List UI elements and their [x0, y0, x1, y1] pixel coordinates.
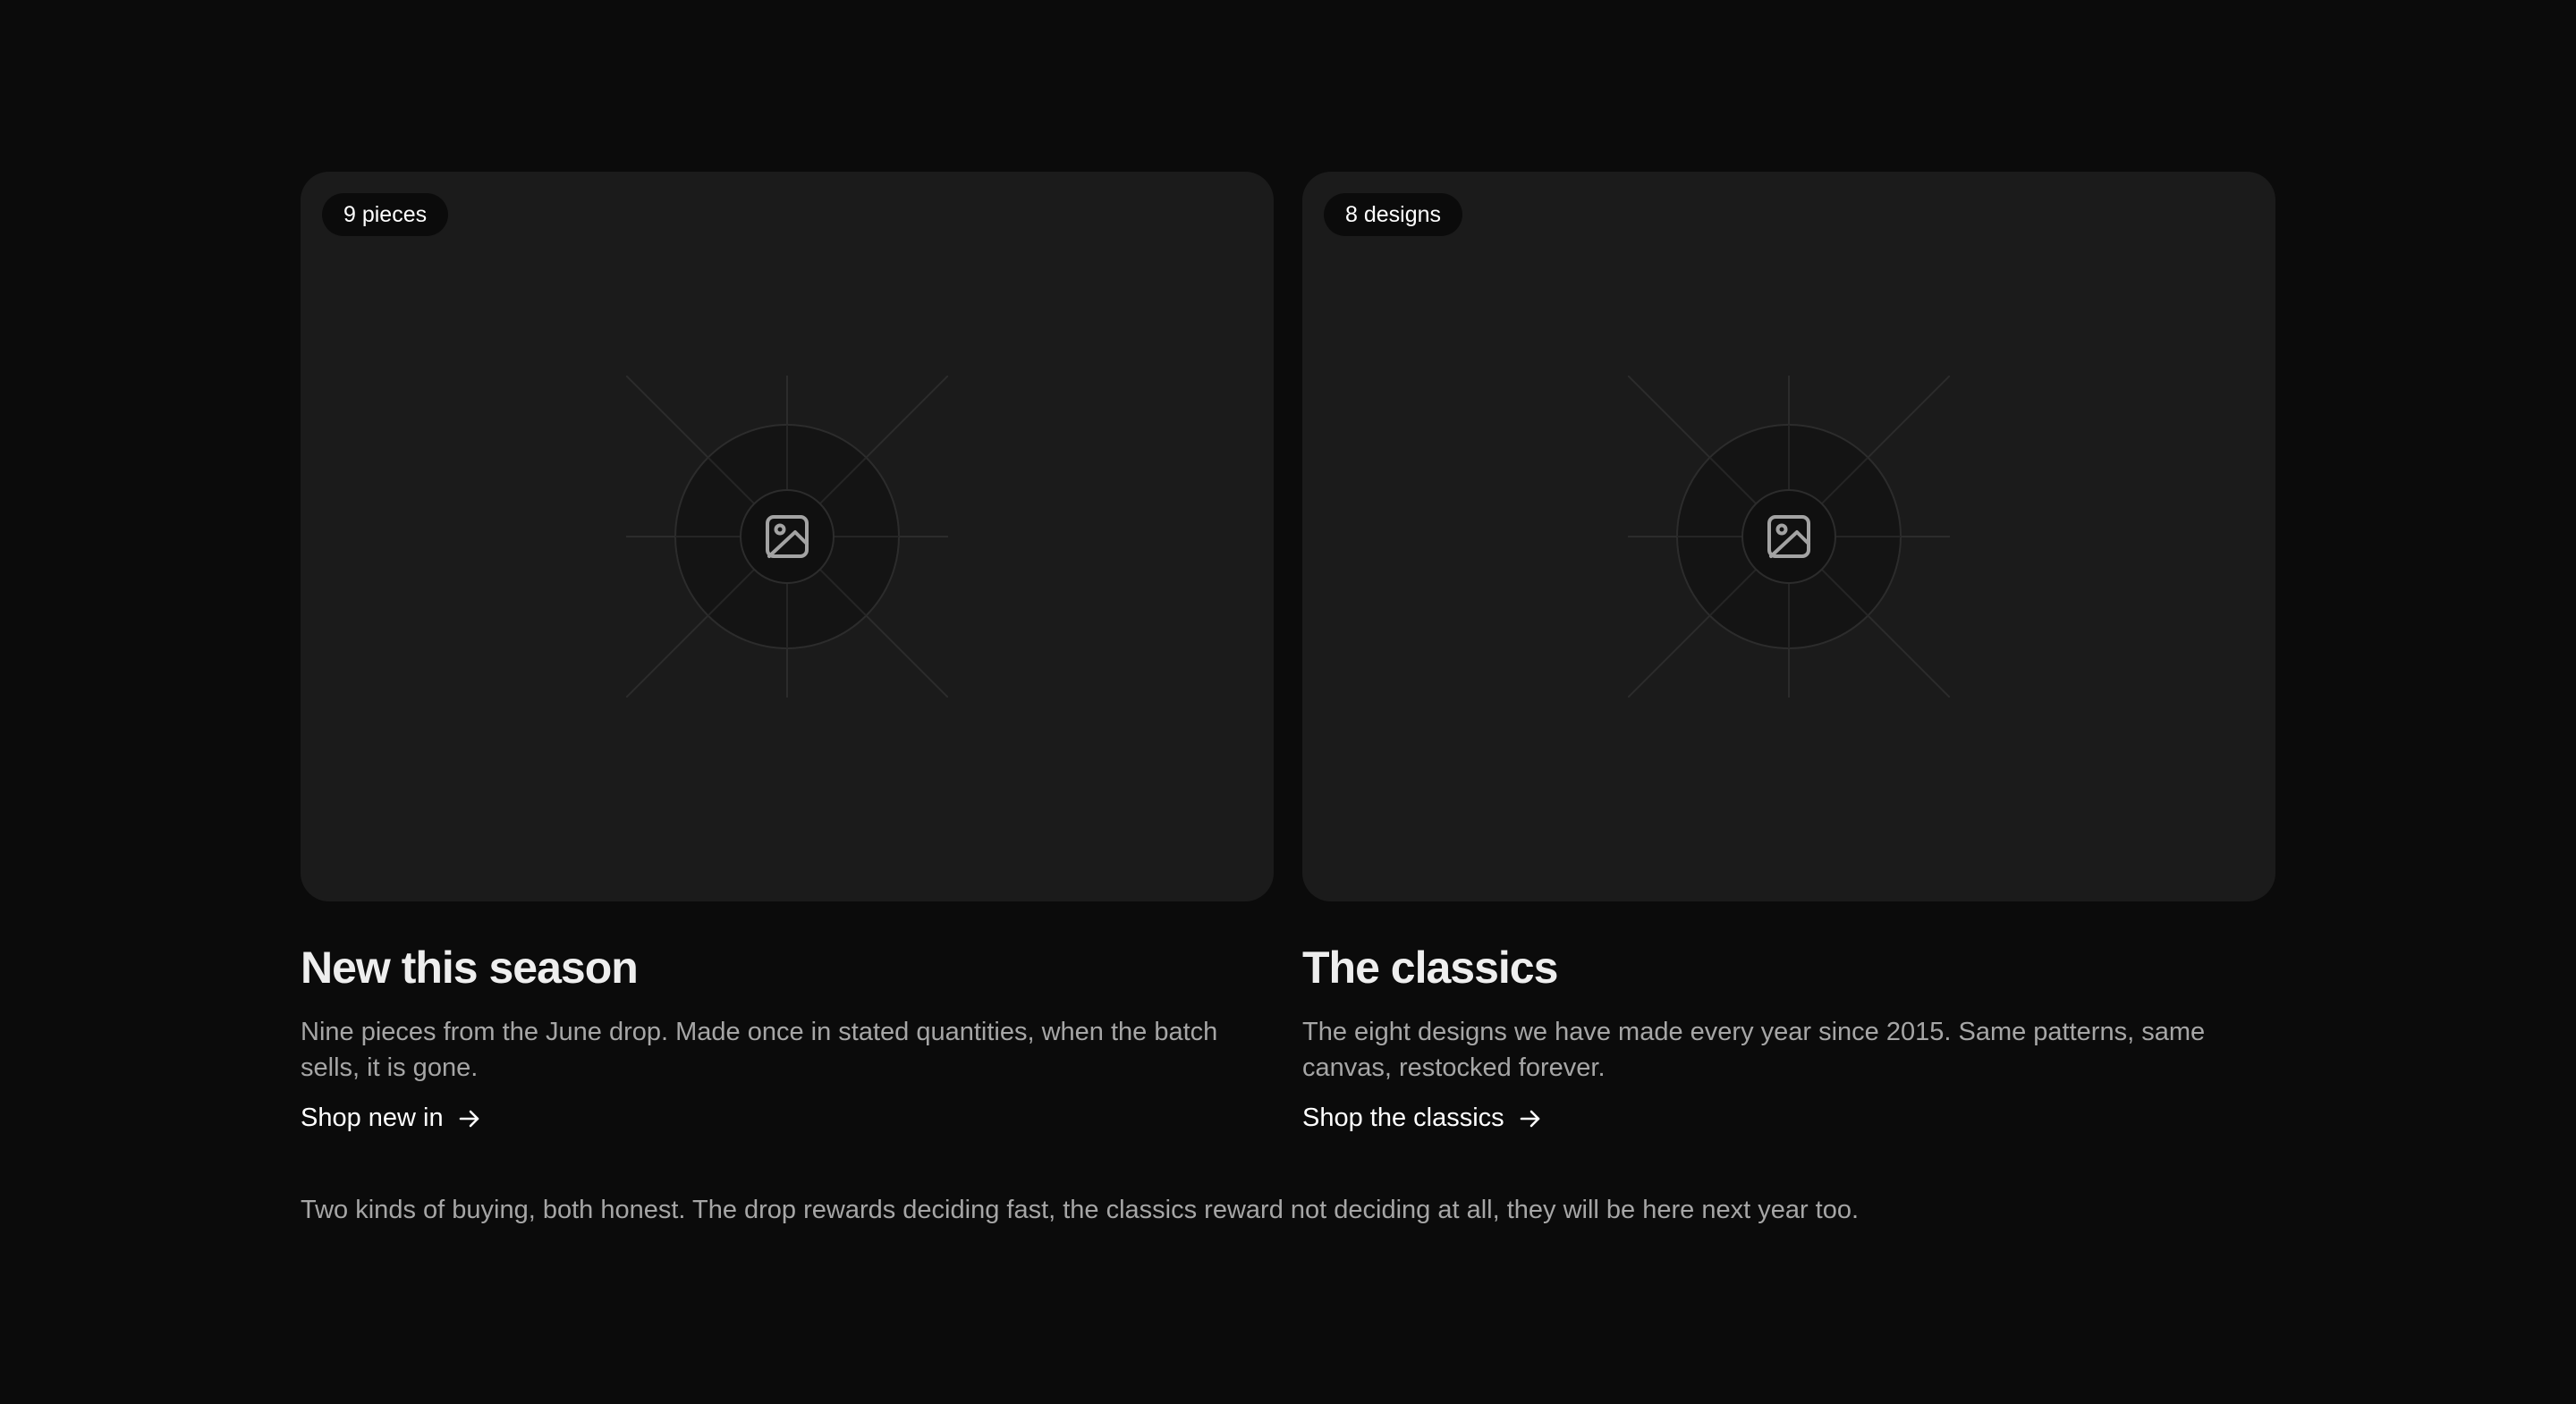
- card-description: Nine pieces from the June drop. Made onc…: [301, 1018, 1218, 1082]
- card-image-placeholder[interactable]: 9 pieces: [301, 172, 1274, 901]
- collection-grid: 9 pieces New this season Nine pieces fro…: [301, 172, 2275, 1133]
- collections-section: 9 pieces New this season Nine pieces fro…: [301, 172, 2275, 1228]
- shop-classics-link[interactable]: Shop the classics: [1302, 1104, 1544, 1133]
- card-title: The classics: [1302, 943, 1558, 993]
- image-icon: [626, 376, 948, 698]
- card-image-placeholder[interactable]: 8 designs: [1302, 172, 2275, 901]
- section-footnote: Two kinds of buying, both honest. The dr…: [301, 1196, 1860, 1224]
- link-label: Shop the classics: [1302, 1104, 1504, 1132]
- count-badge: 8 designs: [1324, 193, 1463, 236]
- card-description: The eight designs we have made every yea…: [1302, 1018, 2206, 1082]
- link-label: Shop new in: [301, 1104, 444, 1132]
- collection-card-new-in: 9 pieces New this season Nine pieces fro…: [301, 172, 1274, 1133]
- count-badge: 9 pieces: [322, 193, 449, 236]
- card-title: New this season: [301, 943, 639, 993]
- collection-card-classics: 8 designs The classics The eight designs…: [1302, 172, 2275, 1133]
- image-icon: [1628, 376, 1950, 698]
- arrow-right-icon: [1517, 1105, 1544, 1132]
- arrow-right-icon: [456, 1105, 483, 1132]
- shop-new-in-link[interactable]: Shop new in: [301, 1104, 483, 1133]
